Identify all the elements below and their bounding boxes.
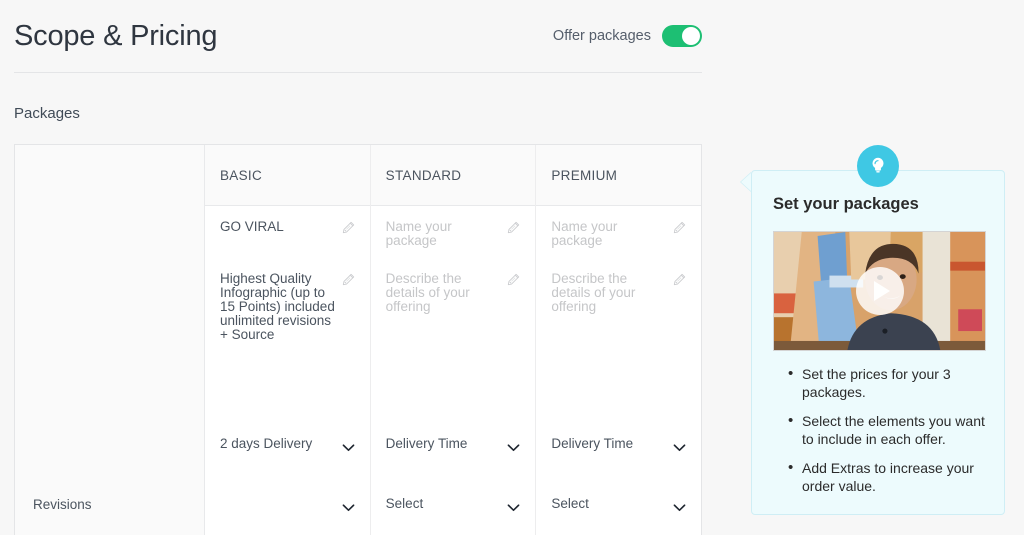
play-button[interactable] [855, 267, 904, 315]
revisions-select-standard[interactable]: Select [371, 473, 536, 533]
revisions-select-premium[interactable]: Select [536, 473, 701, 533]
chevron-down-icon[interactable] [507, 439, 520, 452]
tip-bullet-item: Select the elements you want to include … [788, 412, 993, 448]
lightbulb-icon [857, 145, 899, 187]
header-divider [14, 72, 702, 73]
tip-video-thumbnail[interactable] [773, 231, 986, 351]
revisions-value: Select [551, 495, 589, 511]
revisions-select-basic[interactable] [205, 473, 370, 533]
row-label-revisions: Revisions [33, 497, 92, 512]
delivery-time-value: 2 days Delivery [220, 435, 313, 451]
offer-packages-toggle-group: Offer packages [553, 25, 702, 47]
package-name-value: GO VIRAL [220, 219, 284, 234]
tip-bullet-item: Add Extras to increase your order value. [788, 459, 993, 495]
package-description-row-basic[interactable]: Highest Quality Infographic (up to 15 Po… [205, 268, 370, 413]
package-header-label: PREMIUM [551, 167, 618, 183]
tip-bullet-item: Set the prices for your 3 packages. [788, 365, 993, 401]
package-column-standard: STANDARD Name your package Describe the de… [370, 145, 537, 535]
package-name-value: Name your package [385, 219, 452, 248]
package-description-row-standard[interactable]: Describe the details of your offering [371, 268, 536, 413]
package-name-row-standard[interactable]: Name your package [371, 206, 536, 268]
package-name-value: Name your package [551, 219, 618, 248]
edit-pencil-icon[interactable] [673, 273, 686, 286]
offer-packages-toggle[interactable] [662, 25, 702, 47]
chevron-down-icon[interactable] [507, 499, 520, 512]
tip-card-title: Set your packages [773, 195, 919, 213]
chevron-down-icon[interactable] [673, 439, 686, 452]
edit-pencil-icon[interactable] [507, 273, 520, 286]
package-description-value: Describe the details of your offering [385, 271, 470, 314]
tip-card: Set your packages • Set the prices for y… [751, 170, 1005, 515]
chevron-down-icon[interactable] [673, 499, 686, 512]
package-name-row-basic[interactable]: GO VIRAL [205, 206, 370, 268]
scope-and-pricing-page: Scope & Pricing Offer packages Packages … [0, 0, 1024, 535]
chevron-down-icon[interactable] [342, 499, 355, 512]
package-header-basic: BASIC [205, 145, 370, 206]
delivery-time-select-premium[interactable]: Delivery Time [536, 413, 701, 473]
package-header-label: BASIC [220, 167, 263, 183]
delivery-time-select-basic[interactable]: 2 days Delivery [205, 413, 370, 473]
edit-pencil-icon[interactable] [342, 273, 355, 286]
edit-pencil-icon[interactable] [342, 221, 355, 234]
offer-packages-label: Offer packages [552, 28, 651, 44]
package-column-premium: PREMIUM Name your package Describe the det… [536, 145, 702, 535]
packages-table: Revisions BASIC GO VIRAL Highest Quality I… [14, 144, 702, 535]
table-row-label-column: Revisions [15, 145, 205, 535]
package-name-row-premium[interactable]: Name your package [536, 206, 701, 268]
revisions-value: Select [385, 495, 424, 511]
package-description-value: Highest Quality Infographic (up to 15 Po… [220, 271, 335, 342]
page-title: Scope & Pricing [14, 19, 218, 52]
delivery-time-value: Delivery Time [551, 435, 634, 451]
page-header: Scope & Pricing Offer packages [14, 0, 702, 72]
package-description-row-premium[interactable]: Describe the details of your offering [536, 268, 701, 413]
delivery-time-select-standard[interactable]: Delivery Time [371, 413, 536, 473]
packages-section-title: Packages [14, 105, 80, 122]
toggle-knob [682, 27, 700, 45]
package-header-standard: STANDARD [370, 145, 536, 206]
package-description-value: Describe the details of your offering [551, 271, 636, 314]
row-label-header-spacer [15, 145, 204, 206]
edit-pencil-icon[interactable] [673, 221, 686, 234]
chevron-down-icon[interactable] [342, 439, 355, 452]
tip-bullet-list: Set the prices for your 3 packages. Selec… [788, 365, 993, 507]
delivery-time-value: Delivery Time [385, 435, 468, 451]
play-triangle-icon [873, 281, 890, 301]
package-column-basic: BASIC GO VIRAL Highest Quality Infographic… [205, 145, 371, 535]
edit-pencil-icon[interactable] [507, 221, 520, 234]
package-header-premium: PREMIUM [536, 145, 702, 206]
package-header-label: STANDARD [385, 167, 462, 183]
